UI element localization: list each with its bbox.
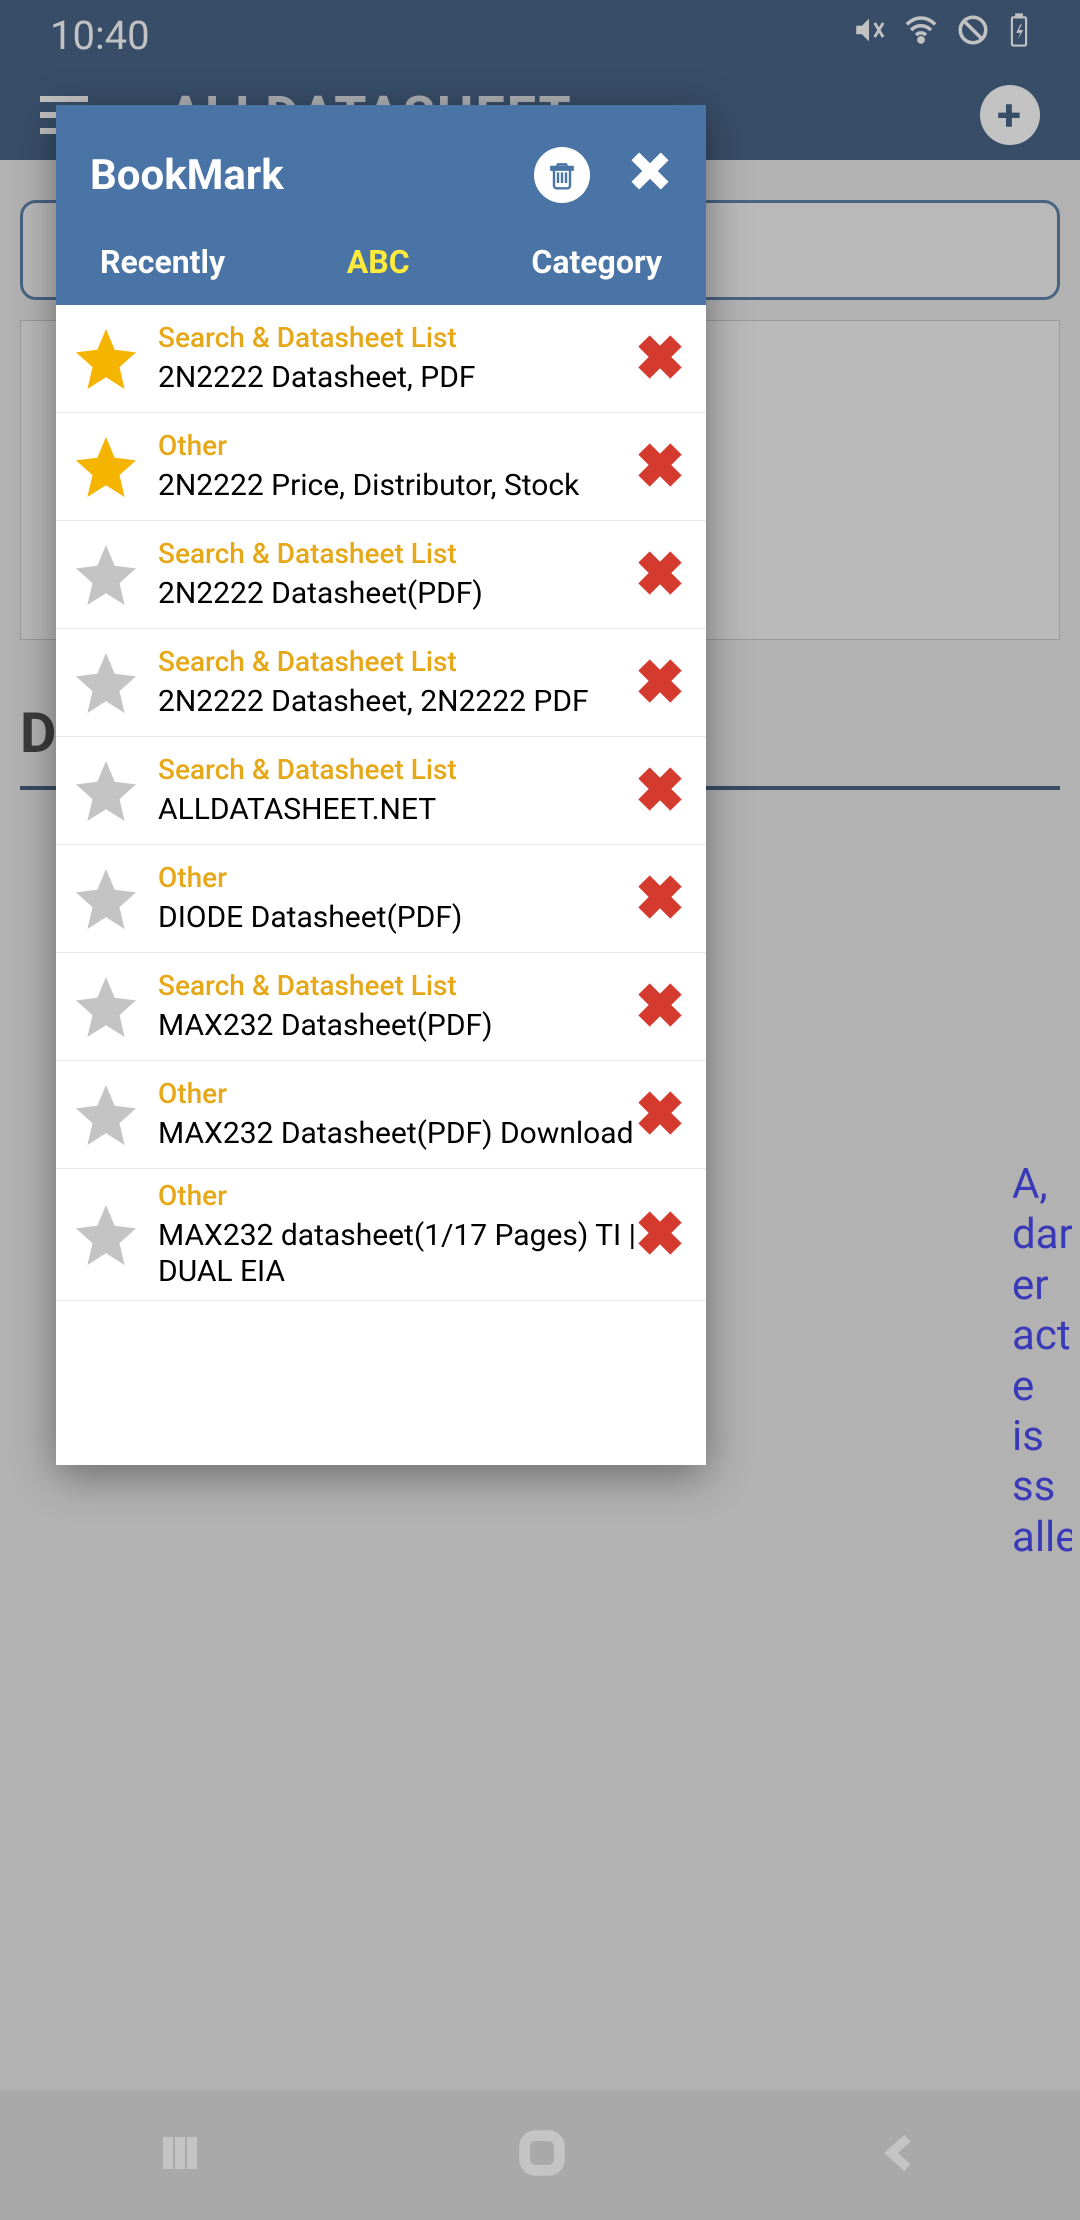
nav-home[interactable] xyxy=(516,2127,568,2183)
bookmark-modal: BookMark Recently ABC Category Se xyxy=(56,105,706,1465)
bookmark-title: 2N2222 Datasheet(PDF) xyxy=(158,576,636,612)
bookmark-row[interactable]: Search & Datasheet List 2N2222 Datasheet,… xyxy=(56,305,706,413)
star-icon[interactable] xyxy=(70,539,142,611)
android-navbar xyxy=(0,2090,1080,2220)
close-icon xyxy=(628,149,672,193)
star-icon[interactable] xyxy=(70,431,142,503)
bookmark-category: Other xyxy=(158,1179,636,1212)
bookmark-text: Other MAX232 Datasheet(PDF) Download xyxy=(142,1077,636,1152)
bookmark-category: Search & Datasheet List xyxy=(158,537,636,570)
bookmark-text: Search & Datasheet List 2N2222 Datasheet,… xyxy=(142,645,636,720)
bookmark-text: Search & Datasheet List ALLDATASHEET.NET xyxy=(142,753,636,828)
star-icon[interactable] xyxy=(70,755,142,827)
delete-button[interactable] xyxy=(636,873,692,925)
nav-back[interactable] xyxy=(880,2131,924,2179)
bookmark-row[interactable]: Other MAX232 datasheet(1/17 Pages) TI | D… xyxy=(56,1169,706,1301)
bookmark-title: 2N2222 Datasheet, 2N2222 PDF xyxy=(158,684,636,720)
bookmark-row[interactable]: Search & Datasheet List 2N2222 Datasheet,… xyxy=(56,629,706,737)
star-icon[interactable] xyxy=(70,863,142,935)
bookmark-text: Other DIODE Datasheet(PDF) xyxy=(142,861,636,936)
bookmark-category: Search & Datasheet List xyxy=(158,969,636,1002)
bookmark-text: Search & Datasheet List MAX232 Datasheet(… xyxy=(142,969,636,1044)
modal-tabs: Recently ABC Category xyxy=(90,215,672,305)
delete-button[interactable] xyxy=(636,981,692,1033)
delete-button[interactable] xyxy=(636,549,692,601)
bookmark-row[interactable]: Other MAX232 Datasheet(PDF) Download xyxy=(56,1061,706,1169)
bookmark-title: 2N2222 Price, Distributor, Stock xyxy=(158,468,636,504)
modal-header: BookMark Recently ABC Category xyxy=(56,105,706,305)
tab-recently[interactable]: Recently xyxy=(100,243,225,281)
bookmark-row[interactable]: Other DIODE Datasheet(PDF) xyxy=(56,845,706,953)
delete-button[interactable] xyxy=(636,657,692,709)
delete-button[interactable] xyxy=(636,765,692,817)
bookmark-text: Search & Datasheet List 2N2222 Datasheet,… xyxy=(142,321,636,396)
modal-title: BookMark xyxy=(90,151,284,200)
bookmark-text: Other 2N2222 Price, Distributor, Stock xyxy=(142,429,636,504)
tab-category[interactable]: Category xyxy=(531,243,662,281)
bookmark-category: Other xyxy=(158,861,636,894)
bookmark-row[interactable]: Other 2N2222 Price, Distributor, Stock xyxy=(56,413,706,521)
bookmark-title: MAX232 Datasheet(PDF) Download xyxy=(158,1116,636,1152)
bookmark-title: MAX232 Datasheet(PDF) xyxy=(158,1008,636,1044)
bookmark-list[interactable]: Search & Datasheet List 2N2222 Datasheet,… xyxy=(56,305,706,1465)
delete-button[interactable] xyxy=(636,333,692,385)
bookmark-category: Search & Datasheet List xyxy=(158,645,636,678)
delete-button[interactable] xyxy=(636,1209,692,1261)
bookmark-title: DIODE Datasheet(PDF) xyxy=(158,900,636,936)
star-icon[interactable] xyxy=(70,647,142,719)
delete-button[interactable] xyxy=(636,441,692,493)
bookmark-category: Other xyxy=(158,1077,636,1110)
bookmark-text: Search & Datasheet List 2N2222 Datasheet(… xyxy=(142,537,636,612)
bookmark-title: ALLDATASHEET.NET xyxy=(158,792,636,828)
delete-button[interactable] xyxy=(636,1089,692,1141)
bookmark-row[interactable]: Search & Datasheet List 2N2222 Datasheet(… xyxy=(56,521,706,629)
trash-button[interactable] xyxy=(534,147,590,203)
bookmark-row[interactable]: Search & Datasheet List MAX232 Datasheet(… xyxy=(56,953,706,1061)
bookmark-category: Other xyxy=(158,429,636,462)
star-icon[interactable] xyxy=(70,971,142,1043)
bookmark-row[interactable]: Search & Datasheet List ALLDATASHEET.NET xyxy=(56,737,706,845)
star-icon[interactable] xyxy=(70,323,142,395)
bookmark-text: Other MAX232 datasheet(1/17 Pages) TI | D… xyxy=(142,1179,636,1290)
tab-abc[interactable]: ABC xyxy=(347,243,410,281)
star-icon[interactable] xyxy=(70,1079,142,1151)
bookmark-category: Search & Datasheet List xyxy=(158,753,636,786)
bookmark-title: 2N2222 Datasheet, PDF xyxy=(158,360,636,396)
nav-recents[interactable] xyxy=(156,2129,204,2181)
bookmark-title: MAX232 datasheet(1/17 Pages) TI | DUAL E… xyxy=(158,1218,636,1290)
star-icon[interactable] xyxy=(70,1199,142,1271)
bookmark-category: Search & Datasheet List xyxy=(158,321,636,354)
trash-icon xyxy=(546,159,578,191)
close-button[interactable] xyxy=(628,149,672,202)
